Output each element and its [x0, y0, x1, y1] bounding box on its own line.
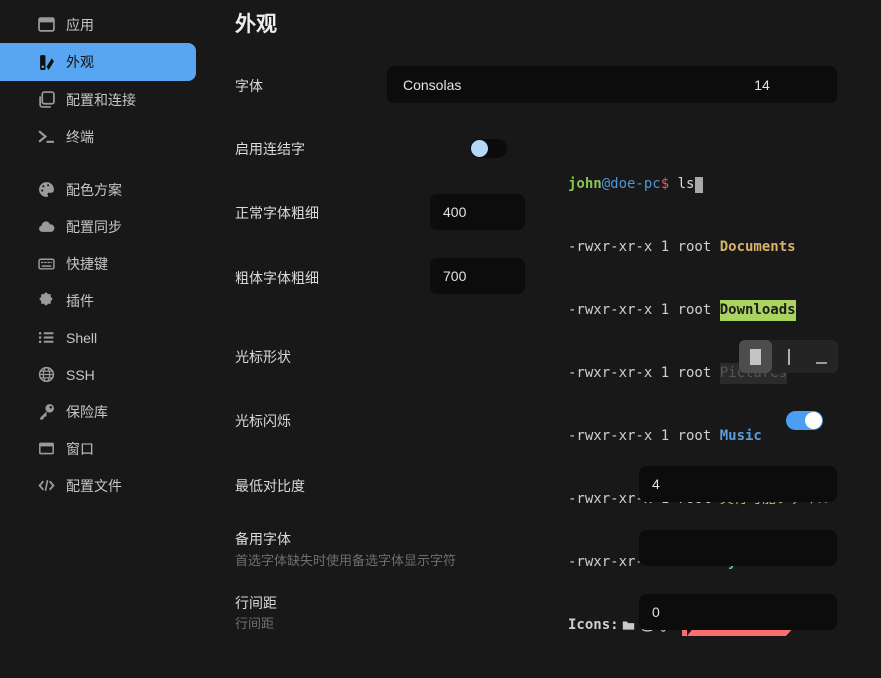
- ls-line: -rwxr-xr-x 1 root Downloads: [568, 300, 832, 321]
- bold-weight-input[interactable]: [430, 258, 525, 294]
- ls-entry: Documents: [720, 237, 796, 258]
- ls-prefix: -rwxr-xr-x 1 root: [568, 237, 720, 258]
- line-padding-hint: 行间距: [235, 613, 274, 632]
- ls-prefix: -rwxr-xr-x 1 root: [568, 300, 720, 321]
- prompt-command: ls: [669, 174, 694, 195]
- cursor-shape-control: [739, 340, 838, 373]
- normal-weight-input[interactable]: [430, 194, 525, 230]
- toggle-knob: [471, 140, 488, 157]
- ls-entry: Downloads: [720, 300, 796, 321]
- terminal-cursor: [695, 177, 703, 193]
- appearance-settings-pane: 外观 字体 启用连结字 john@doe-pc$ ls -rwxr-xr-x 1…: [0, 0, 881, 649]
- min-contrast-label: 最低对比度: [235, 476, 305, 496]
- normal-weight-label: 正常字体粗细: [235, 203, 319, 223]
- cursor-blink-label: 光标闪烁: [235, 411, 291, 431]
- page-title: 外观: [235, 8, 277, 38]
- ligatures-label: 启用连结字: [235, 139, 305, 159]
- fallback-font-hint: 首选字体缺失时使用备选字体显示字符: [235, 550, 456, 569]
- icons-label: Icons:: [568, 615, 619, 636]
- min-contrast-input[interactable]: [639, 466, 837, 502]
- folder-icon: [622, 619, 635, 632]
- ls-entry: Music: [720, 426, 762, 447]
- prompt-host: @doe-pc: [602, 174, 661, 195]
- cursor-blink-toggle[interactable]: [786, 411, 823, 430]
- fallback-font-label: 备用字体: [235, 529, 291, 549]
- ls-prefix: -rwxr-xr-x 1 root: [568, 426, 720, 447]
- font-size-input[interactable]: [687, 66, 837, 103]
- line-padding-label: 行间距: [235, 593, 277, 613]
- bold-weight-label: 粗体字体粗细: [235, 268, 319, 288]
- cursor-shape-beam-button[interactable]: [772, 340, 805, 373]
- ligatures-toggle[interactable]: [470, 139, 507, 158]
- underline-cursor-icon: [816, 362, 827, 364]
- font-label: 字体: [235, 76, 263, 96]
- fallback-font-input[interactable]: [639, 530, 837, 566]
- ls-prefix: -rwxr-xr-x 1 root: [568, 363, 720, 384]
- font-input-group: [387, 66, 837, 103]
- toggle-knob: [805, 412, 822, 429]
- terminal-prompt-line: john@doe-pc$ ls: [568, 174, 832, 195]
- cursor-shape-label: 光标形状: [235, 347, 291, 367]
- cursor-shape-underline-button[interactable]: [805, 340, 838, 373]
- cursor-shape-block-button[interactable]: [739, 340, 772, 373]
- line-padding-input[interactable]: [639, 594, 837, 630]
- beam-cursor-icon: [788, 349, 790, 365]
- ls-line: -rwxr-xr-x 1 root Documents: [568, 237, 832, 258]
- block-cursor-icon: [750, 349, 761, 365]
- prompt-user: john: [568, 174, 602, 195]
- prompt-symbol: $: [661, 174, 669, 195]
- font-family-input[interactable]: [387, 66, 687, 103]
